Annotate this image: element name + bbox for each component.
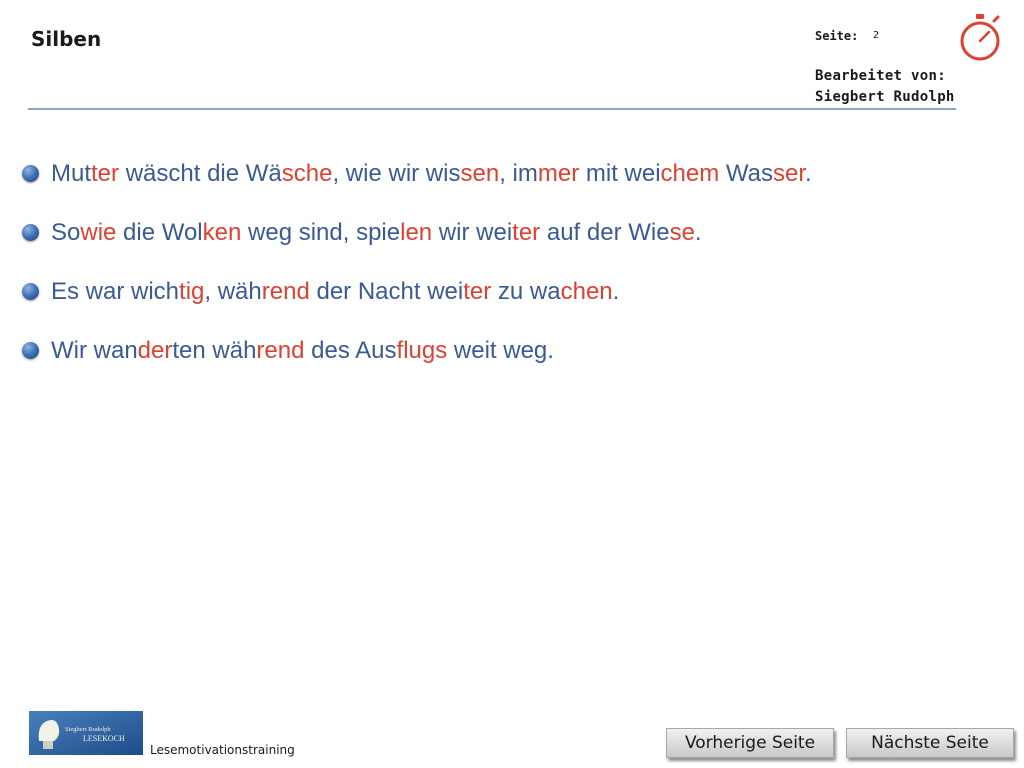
- edited-by-label: Bearbeitet von:: [815, 68, 946, 84]
- text-segment: , im: [499, 159, 538, 187]
- sentence-text: Mutter wäscht die Wäsche, wie wir wissen…: [51, 160, 812, 188]
- previous-page-button[interactable]: Vorherige Seite: [666, 728, 834, 758]
- sentence-item: Mutter wäscht die Wäsche, wie wir wissen…: [22, 144, 812, 203]
- highlighted-syllable: sen: [460, 159, 500, 187]
- highlighted-syllable: tig: [179, 277, 205, 305]
- highlighted-syllable: ken: [202, 218, 242, 246]
- sentence-text: Sowie die Wolken weg sind, spielen wir w…: [51, 219, 702, 247]
- text-segment: Was: [719, 159, 774, 187]
- highlighted-syllable: se: [669, 218, 695, 246]
- highlighted-syllable: der: [137, 336, 173, 364]
- logo-line1: Siegbert Rudolph: [65, 726, 111, 733]
- text-segment: wäscht die Wä: [119, 159, 282, 187]
- highlighted-syllable: flugs: [396, 336, 448, 364]
- highlighted-syllable: sche: [281, 159, 333, 187]
- text-segment: .: [694, 218, 702, 246]
- highlighted-syllable: ter: [463, 277, 492, 305]
- highlighted-syllable: len: [400, 218, 433, 246]
- page-label: Seite:: [815, 29, 859, 43]
- lesekoch-logo: Siegbert Rudolph LESEKOCH: [29, 711, 143, 755]
- bullet-icon: [22, 165, 39, 182]
- sentence-list: Mutter wäscht die Wäsche, wie wir wissen…: [22, 144, 812, 380]
- text-segment: zu wa: [491, 277, 561, 305]
- text-segment: mit wei: [579, 159, 661, 187]
- text-segment: wir wei: [432, 218, 513, 246]
- highlighted-syllable: ser: [773, 159, 806, 187]
- highlighted-syllable: ter: [512, 218, 541, 246]
- text-segment: So: [51, 218, 81, 246]
- highlighted-syllable: chem: [660, 159, 720, 187]
- highlighted-syllable: chen: [560, 277, 613, 305]
- text-segment: .: [612, 277, 620, 305]
- bullet-icon: [22, 224, 39, 241]
- text-segment: Mut: [51, 159, 92, 187]
- stopwatch-icon[interactable]: [956, 13, 1004, 63]
- text-segment: Es war wich: [51, 277, 180, 305]
- sentence-text: Es war wichtig, während der Nacht weiter…: [51, 278, 619, 306]
- text-segment: , wie wir wis: [332, 159, 461, 187]
- bullet-icon: [22, 283, 39, 300]
- text-segment: die Wol: [116, 218, 203, 246]
- next-page-button[interactable]: Nächste Seite: [846, 728, 1014, 758]
- sentence-item: Wir wanderten während des Ausflugs weit …: [22, 321, 812, 380]
- logo-line2: LESEKOCH: [83, 734, 125, 743]
- highlighted-syllable: mer: [537, 159, 580, 187]
- highlighted-syllable: ter: [91, 159, 120, 187]
- highlighted-syllable: rend: [256, 336, 305, 364]
- sentence-text: Wir wanderten während des Ausflugs weit …: [51, 337, 554, 365]
- header-divider: [28, 108, 956, 110]
- text-segment: weg sind, spie: [241, 218, 401, 246]
- sentence-item: Sowie die Wolken weg sind, spielen wir w…: [22, 203, 812, 262]
- text-segment: der Nacht wei: [309, 277, 464, 305]
- bullet-icon: [22, 342, 39, 359]
- edited-by: Bearbeitet von: Siegbert Rudolph: [815, 66, 955, 108]
- page-number: 2: [873, 30, 880, 41]
- text-segment: , wäh: [204, 277, 262, 305]
- sentence-item: Es war wichtig, während der Nacht weiter…: [22, 262, 812, 321]
- text-segment: auf der Wie: [540, 218, 670, 246]
- footer-label: Lesemotivationstraining: [150, 743, 295, 757]
- text-segment: weit weg.: [447, 336, 554, 364]
- text-segment: .: [805, 159, 812, 187]
- edited-by-name: Siegbert Rudolph: [815, 89, 955, 105]
- text-segment: Wir wan: [51, 336, 138, 364]
- highlighted-syllable: rend: [261, 277, 310, 305]
- highlighted-syllable: wie: [80, 218, 117, 246]
- page-title: Silben: [31, 27, 102, 51]
- text-segment: des Aus: [304, 336, 397, 364]
- text-segment: ten wäh: [172, 336, 257, 364]
